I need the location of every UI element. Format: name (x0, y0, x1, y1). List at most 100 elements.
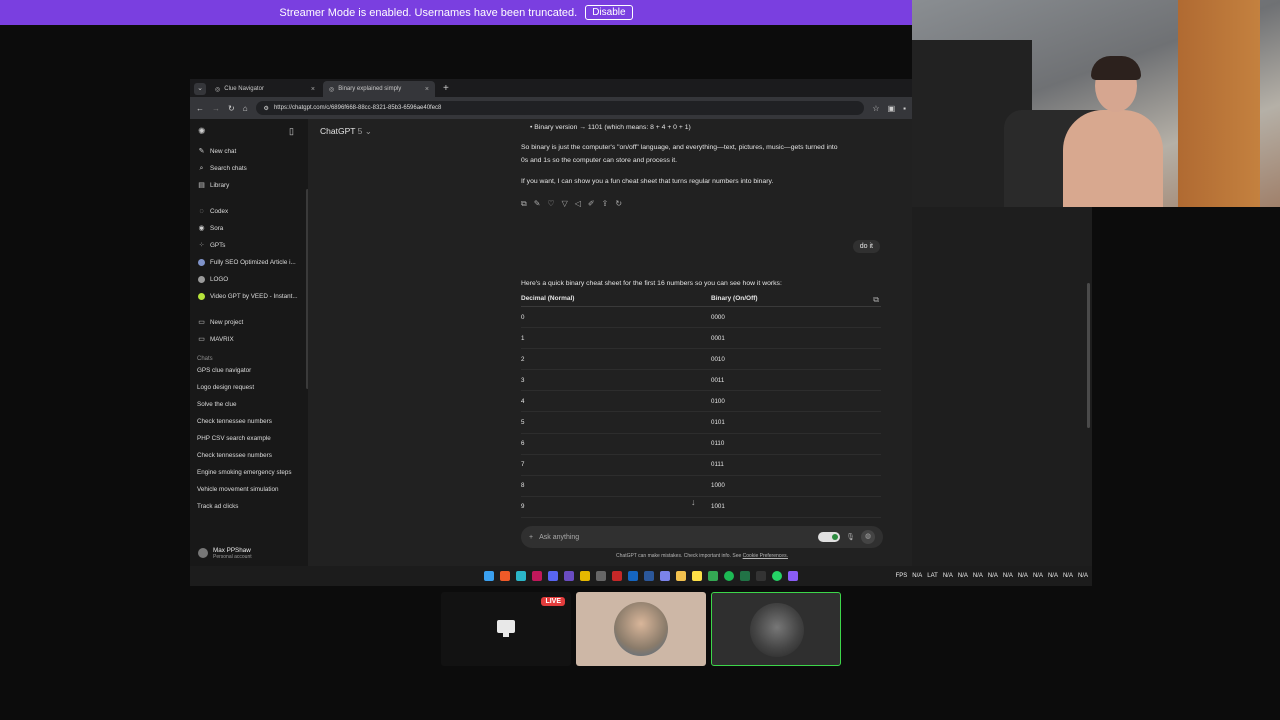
table-cell: 1 (521, 334, 525, 342)
sidebar-item-sora[interactable]: ◉ Sora (190, 220, 308, 237)
forward-icon[interactable]: → (212, 104, 220, 113)
url-field[interactable]: ⚙ https://chatgpt.com/c/6896f668-88cc-83… (255, 101, 865, 115)
chrome-icon[interactable] (708, 571, 718, 581)
chat-history-item[interactable]: Engine smoking emergency steps (190, 464, 308, 481)
composer: + Ask anything 🎙 ◍ (521, 526, 883, 548)
prompt-input[interactable]: Ask anything (539, 534, 812, 541)
tab-search-button[interactable]: ⌄ (194, 83, 206, 95)
table-cell: 0101 (711, 419, 725, 427)
filezilla-icon[interactable] (612, 571, 622, 581)
sidebar-item-label: Sora (210, 225, 224, 232)
messenger-icon[interactable] (788, 571, 798, 581)
sidebar-item-video-gpt[interactable]: Video GPT by VEED - Instant... (190, 288, 308, 305)
tab-clue-navigator[interactable]: ◎ Clue Navigator × (209, 81, 321, 97)
sticky-notes-icon[interactable] (692, 571, 702, 581)
chat-history-item[interactable]: Solve the clue (190, 396, 308, 413)
chrome-icon[interactable] (580, 571, 590, 581)
tab-binary-explained[interactable]: ◎ Binary explained simply × (323, 81, 435, 97)
edge-icon[interactable] (516, 571, 526, 581)
reload-icon[interactable]: ↻ (228, 104, 235, 113)
outlook-icon[interactable] (628, 571, 638, 581)
sidebar-item-seo-article[interactable]: Fully SEO Optimized Article i... (190, 254, 308, 271)
copy-icon[interactable]: ⧉ (521, 199, 527, 209)
profile-icon[interactable]: ▪ (903, 104, 906, 113)
avatar (614, 602, 668, 656)
chat-history-item[interactable]: Check tennessee numbers (190, 413, 308, 430)
sidebar-item-search-chats[interactable]: ⌕ Search chats (190, 160, 308, 177)
voice-wave-button[interactable]: ◍ (861, 530, 875, 544)
pen-icon[interactable]: ✐ (588, 199, 595, 209)
sidebar-item-mavrix[interactable]: ▭ MAVRIX (190, 331, 308, 348)
table-cell: 1001 (711, 503, 725, 511)
sidebar-toggle-icon[interactable]: ▯ (289, 126, 294, 137)
terminal-icon[interactable] (756, 571, 766, 581)
settings-icon[interactable] (596, 571, 606, 581)
sidebar-item-gpts[interactable]: ⁘ GPTs (190, 237, 308, 254)
chat-history-item[interactable]: Vehicle movement simulation (190, 481, 308, 498)
response-paragraph-line: 0s and 1s so the computer can store and … (521, 157, 678, 164)
participant-tile[interactable] (576, 592, 706, 666)
avatar (198, 548, 208, 558)
sora-icon: ◉ (198, 225, 205, 232)
chat-history-item[interactable]: GPS clue navigator (190, 362, 308, 379)
obs-icon[interactable] (564, 571, 574, 581)
new-tab-button[interactable]: + (437, 83, 455, 97)
chat-history-item[interactable]: Check tennessee numbers (190, 447, 308, 464)
table-cell: 0000 (711, 313, 725, 321)
app-icon[interactable] (532, 571, 542, 581)
response-intro: Here's a quick binary cheat sheet for th… (521, 280, 782, 287)
brave-icon[interactable] (500, 571, 510, 581)
spotify-icon[interactable] (724, 571, 734, 581)
participant-tile-speaking[interactable] (711, 592, 841, 666)
table-cell: 0100 (711, 397, 725, 405)
chat-history-item[interactable]: PHP CSV search example (190, 430, 308, 447)
close-icon[interactable]: × (311, 86, 315, 93)
close-icon[interactable]: × (425, 86, 429, 93)
thumbs-down-icon[interactable]: ▽ (562, 199, 568, 209)
discord-icon[interactable] (548, 571, 558, 581)
share-icon[interactable]: ⇪ (602, 199, 609, 209)
chat-scrollbar[interactable] (1087, 283, 1090, 428)
avatar (750, 603, 804, 657)
column-header: Decimal (Normal) (521, 295, 575, 302)
thumbs-up-icon[interactable]: ♡ (547, 199, 554, 209)
sidebar-item-new-chat[interactable]: ✎ New chat (190, 143, 308, 160)
user-account-button[interactable]: Max PPShaw Personal account (190, 540, 308, 566)
model-selector[interactable]: ChatGPT 5 ⌄ (320, 126, 372, 137)
bookmark-star-icon[interactable]: ☆ (872, 104, 879, 113)
speaker-icon[interactable]: ◁ (575, 199, 581, 209)
table-cell: 1000 (711, 482, 725, 490)
regenerate-icon[interactable]: ↻ (615, 199, 622, 209)
voice-mode-toggle[interactable] (818, 532, 841, 542)
extension-icon[interactable]: ▣ (888, 104, 896, 113)
excel-icon[interactable] (740, 571, 750, 581)
chat-history-item[interactable]: Logo design request (190, 379, 308, 396)
sidebar-item-library[interactable]: ▤ Library (190, 177, 308, 194)
file-explorer-icon[interactable] (676, 571, 686, 581)
copy-table-icon[interactable]: ⧉ (873, 295, 879, 305)
tray-value: N/A (912, 573, 923, 579)
chat-history-item[interactable]: Track ad clicks (190, 498, 308, 515)
disable-button[interactable]: Disable (585, 5, 633, 20)
scroll-down-arrow-icon[interactable]: ↓ (691, 497, 696, 507)
windows-start-icon[interactable] (484, 571, 494, 581)
edit-icon[interactable]: ✎ (534, 199, 541, 209)
disclaimer: ChatGPT can make mistakes. Check importa… (521, 553, 883, 559)
screen-share-tile[interactable]: LIVE (441, 592, 571, 666)
capture-background (912, 207, 1092, 566)
word-icon[interactable] (644, 571, 654, 581)
site-info-icon[interactable]: ⚙ (264, 105, 269, 112)
cookie-preferences-link[interactable]: Cookie Preferences. (743, 553, 788, 559)
plus-icon[interactable]: + (529, 534, 533, 541)
microphone-icon[interactable]: 🎙 (846, 533, 855, 541)
back-icon[interactable]: ← (196, 104, 204, 113)
whatsapp-icon[interactable] (772, 571, 782, 581)
openai-logo-icon[interactable]: ✺ (198, 126, 206, 137)
home-icon[interactable]: ⌂ (243, 104, 248, 113)
url-text: https://chatgpt.com/c/6896f668-88cc-8321… (273, 105, 442, 111)
teams-icon[interactable] (660, 571, 670, 581)
sidebar-item-codex[interactable]: ◌ Codex (190, 203, 308, 220)
sidebar-item-logo[interactable]: LOGO (190, 271, 308, 288)
sidebar-item-new-project[interactable]: ▭ New project (190, 314, 308, 331)
folder-plus-icon: ▭ (198, 319, 205, 326)
